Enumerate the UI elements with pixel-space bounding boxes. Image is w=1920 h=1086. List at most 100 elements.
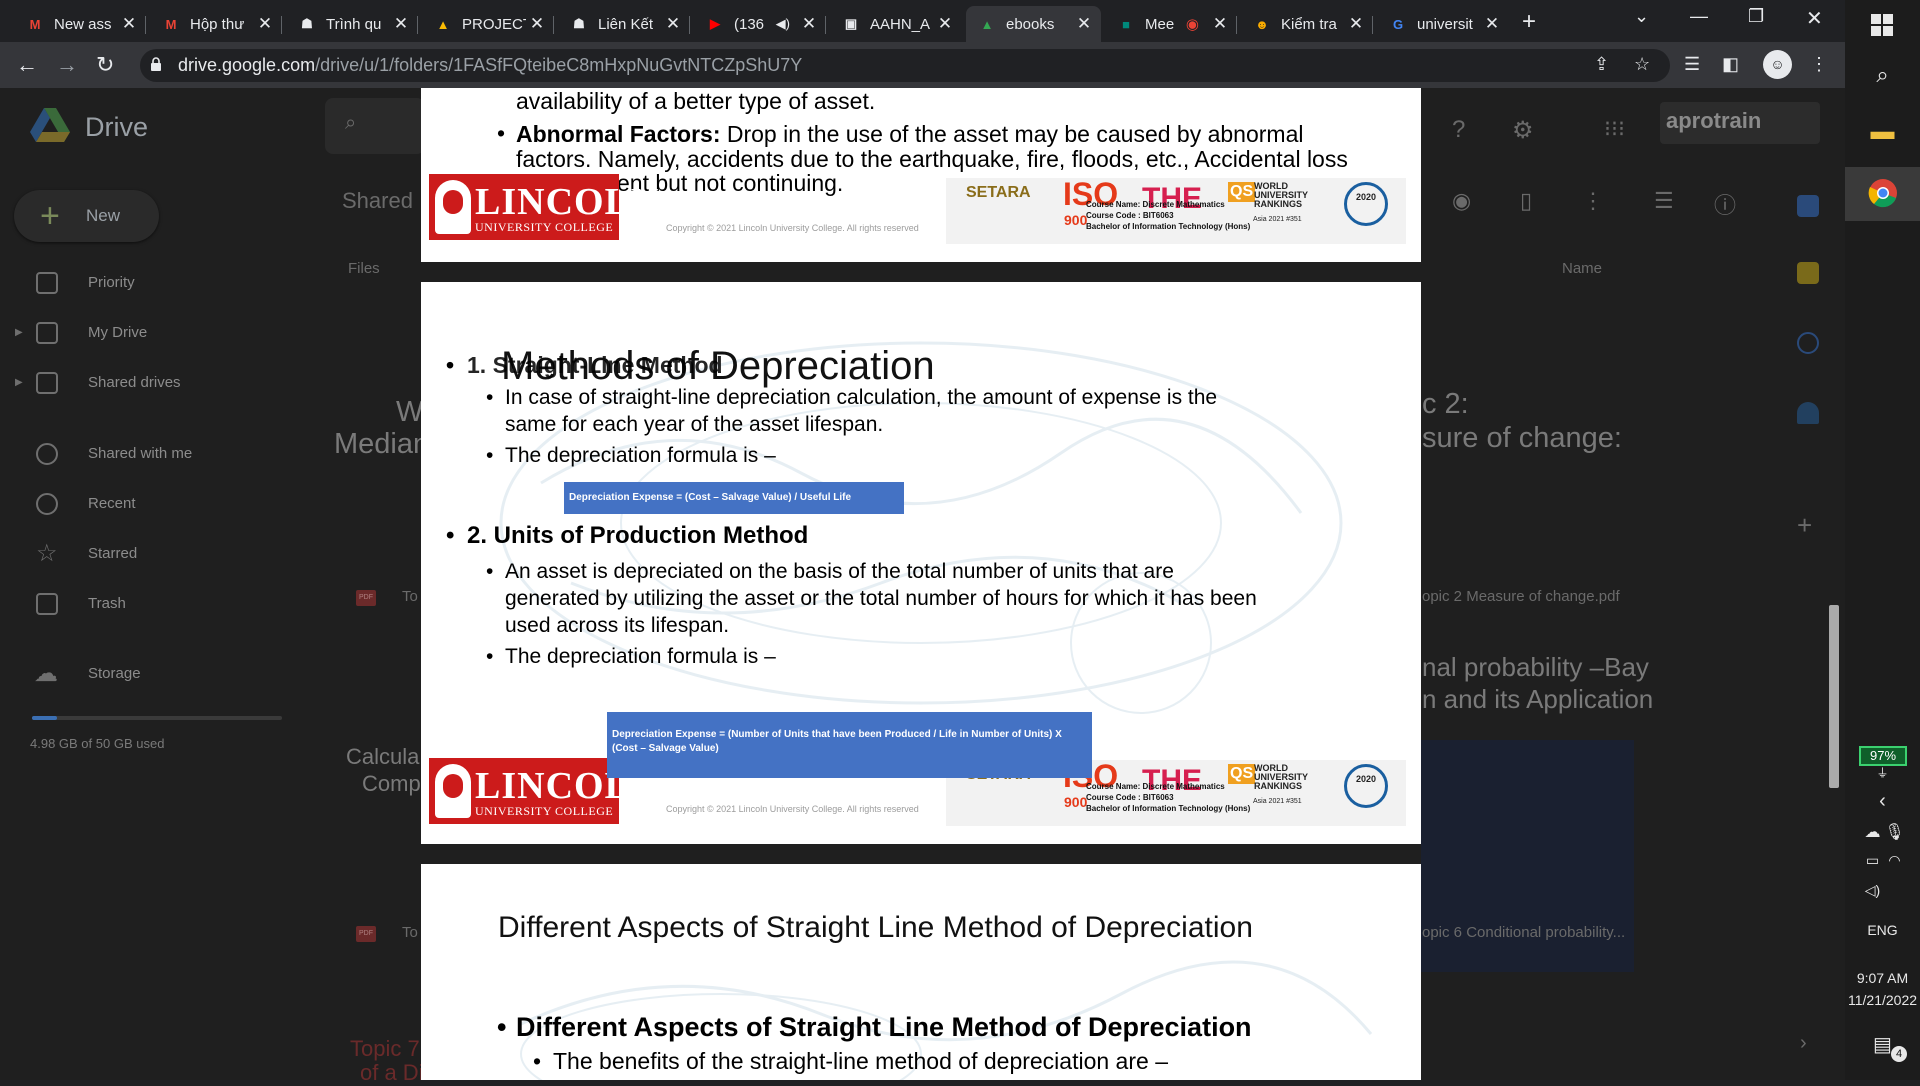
tab-search-chevron-icon[interactable]: ⌄ bbox=[1634, 6, 1649, 27]
sidebar-item-trash[interactable]: Trash bbox=[0, 584, 280, 624]
windows-taskbar: ⌕ ▬ 97% ⏚ ‹ ☁ 🎙 ▭ ◠ ◁) ENG 9:07 AM 11/21… bbox=[1845, 0, 1920, 1080]
sidebar-item-shared-drives[interactable]: ▶ Shared drives bbox=[0, 363, 280, 403]
sidebar-item-recent[interactable]: Recent bbox=[0, 484, 280, 524]
bg-file-name[interactable]: To bbox=[402, 588, 418, 605]
breadcrumb[interactable]: Shared bbox=[342, 188, 413, 214]
drive-search-input[interactable]: ⌕ bbox=[325, 98, 425, 154]
close-tab-icon[interactable]: ✕ bbox=[1209, 14, 1231, 34]
close-tab-icon[interactable]: ✕ bbox=[1073, 14, 1095, 34]
delete-icon[interactable]: ▯ bbox=[1520, 188, 1532, 214]
hide-side-panel-icon[interactable]: › bbox=[1800, 1032, 1807, 1055]
contacts-icon[interactable] bbox=[1797, 402, 1819, 424]
settings-gear-icon[interactable]: ⚙ bbox=[1512, 116, 1534, 145]
search-icon[interactable]: ⌕ bbox=[1845, 62, 1920, 88]
bookmark-star-icon[interactable]: ☆ bbox=[1634, 54, 1650, 75]
sidebar-item-storage[interactable]: ☁ Storage bbox=[0, 654, 280, 694]
tab-classroom-1[interactable]: ☗ Trình qu ✕ bbox=[286, 6, 418, 42]
close-tab-icon[interactable]: ✕ bbox=[798, 14, 820, 34]
bg-file-name[interactable]: opic 2 Measure of change.pdf bbox=[1422, 588, 1620, 605]
sidebar-item-priority[interactable]: Priority bbox=[0, 263, 280, 303]
speaker-icon[interactable]: ◀) bbox=[776, 16, 790, 32]
calendar-icon[interactable] bbox=[1797, 195, 1819, 217]
tab-test[interactable]: ☻ Kiểm tra ✕ bbox=[1241, 6, 1373, 42]
clock-time[interactable]: 9:07 AM bbox=[1845, 970, 1920, 986]
close-tab-icon[interactable]: ✕ bbox=[526, 14, 548, 34]
bullet-icon: • bbox=[486, 560, 494, 583]
scrollbar-thumb[interactable] bbox=[1829, 605, 1839, 788]
reading-list-icon[interactable]: ☰ bbox=[1684, 54, 1700, 75]
caret-right-icon[interactable]: ▶ bbox=[15, 363, 23, 403]
address-bar[interactable]: drive.google.com/drive/u/1/folders/1FASf… bbox=[140, 49, 1670, 82]
sidebar-item-my-drive[interactable]: ▶ My Drive bbox=[0, 313, 280, 353]
tab-drive-project[interactable]: ▲ PROJECT ✕ bbox=[422, 6, 554, 42]
sidebar-item-shared-with-me[interactable]: Shared with me bbox=[0, 434, 280, 474]
minimize-icon[interactable]: — bbox=[1690, 6, 1708, 27]
award-badge: 2020 bbox=[1344, 764, 1388, 808]
bg-card-text: Topic 7: bbox=[350, 1036, 426, 1061]
tab-drive-ebooks[interactable]: ▲ ebooks ✕ bbox=[966, 6, 1101, 42]
add-addon-icon[interactable]: + bbox=[1797, 510, 1812, 541]
tab-image[interactable]: ▣ AAHN_A ✕ bbox=[830, 6, 962, 42]
forward-icon[interactable]: → bbox=[56, 52, 78, 78]
chrome-menu-icon[interactable]: ⋮ bbox=[1810, 54, 1828, 75]
tab-classroom-2[interactable]: ☗ Liên Kết ✕ bbox=[558, 6, 690, 42]
bullet-icon: • bbox=[497, 1012, 507, 1042]
bg-file-name[interactable]: To bbox=[402, 924, 418, 941]
address-path: /drive/u/1/folders/1FASfFQteibeC8mHxpNuG… bbox=[315, 55, 803, 75]
new-tab-icon[interactable]: + bbox=[1522, 8, 1536, 36]
speaker-icon[interactable]: ◁) bbox=[1835, 882, 1910, 899]
keep-icon[interactable] bbox=[1797, 262, 1819, 284]
bg-file-name[interactable]: opic 6 Conditional probability... bbox=[1422, 924, 1625, 941]
close-tab-icon[interactable]: ✕ bbox=[254, 14, 276, 34]
close-tab-icon[interactable]: ✕ bbox=[662, 14, 684, 34]
notification-center-icon[interactable]: ▤ bbox=[1845, 1032, 1920, 1057]
side-panel-icon[interactable]: ◧ bbox=[1722, 54, 1739, 75]
qs-text: WORLD UNIVERSITY RANKINGS bbox=[1254, 182, 1308, 209]
close-tab-icon[interactable]: ✕ bbox=[934, 14, 956, 34]
sidebar-item-starred[interactable]: ☆ Starred bbox=[0, 534, 280, 574]
qs-text: WORLD UNIVERSITY RANKINGS bbox=[1254, 764, 1308, 791]
slide-bold-text: Abnormal Factors: bbox=[516, 121, 721, 147]
close-tab-icon[interactable]: ✕ bbox=[390, 14, 412, 34]
list-view-icon[interactable]: ☰ bbox=[1654, 188, 1674, 214]
help-icon[interactable]: ? bbox=[1452, 116, 1465, 144]
setara-badge: SETARA bbox=[966, 184, 1031, 201]
view-eye-icon[interactable]: ◉ bbox=[1452, 188, 1471, 214]
info-icon[interactable]: ⓘ bbox=[1714, 188, 1736, 220]
chrome-icon[interactable] bbox=[1868, 178, 1898, 208]
scrollbar-track[interactable] bbox=[1826, 88, 1840, 1080]
tab-gmail-new[interactable]: M New ass ✕ bbox=[14, 6, 146, 42]
more-actions-icon[interactable]: ⋮ bbox=[1582, 188, 1604, 214]
windows-start-icon[interactable] bbox=[1871, 14, 1893, 36]
reload-icon[interactable]: ↻ bbox=[96, 52, 114, 78]
tab-google-search[interactable]: G universit ✕ bbox=[1377, 6, 1509, 42]
close-tab-icon[interactable]: ✕ bbox=[1345, 14, 1367, 34]
wifi-icon[interactable]: ◠ bbox=[1857, 852, 1920, 869]
apps-grid-icon[interactable]: ⁝⁝⁝ bbox=[1604, 116, 1625, 142]
close-tab-icon[interactable]: ✕ bbox=[118, 14, 140, 34]
sort-by-name[interactable]: Name bbox=[1562, 260, 1602, 277]
new-button[interactable]: + New bbox=[14, 190, 159, 242]
battery-indicator[interactable]: 97% bbox=[1859, 746, 1907, 766]
clock-date[interactable]: 11/21/2022 bbox=[1845, 992, 1920, 1008]
profile-avatar-icon[interactable]: ☺ bbox=[1763, 50, 1792, 79]
restore-icon[interactable]: ❐ bbox=[1748, 6, 1764, 27]
lock-icon[interactable] bbox=[150, 57, 162, 71]
show-hidden-icons-chevron-icon[interactable]: ‹ bbox=[1845, 790, 1920, 813]
close-tab-icon[interactable]: ✕ bbox=[1481, 14, 1503, 34]
lincoln-bust-icon bbox=[435, 764, 471, 818]
qs-rank: Asia 2021 #351 bbox=[1253, 216, 1302, 223]
tab-youtube[interactable]: ▶ (136 ◀) ✕ bbox=[694, 6, 826, 42]
back-icon[interactable]: ← bbox=[16, 52, 38, 78]
tab-meet[interactable]: ■ Mee ◉ ✕ bbox=[1105, 6, 1237, 42]
close-window-icon[interactable]: ✕ bbox=[1806, 6, 1823, 31]
tab-strip: M New ass ✕ M Hộp thư ✕ ☗ Trình qu ✕ ▲ P… bbox=[0, 0, 1845, 42]
caret-right-icon[interactable]: ▶ bbox=[15, 313, 23, 353]
file-explorer-icon[interactable]: ▬ bbox=[1845, 118, 1920, 146]
tasks-icon[interactable] bbox=[1797, 332, 1819, 354]
share-icon[interactable]: ⇪ bbox=[1594, 54, 1609, 75]
tab-gmail-inbox[interactable]: M Hộp thư ✕ bbox=[150, 6, 282, 42]
bullet-icon: • bbox=[486, 444, 494, 467]
microphone-icon[interactable]: 🎙 bbox=[1857, 822, 1920, 842]
input-language[interactable]: ENG bbox=[1845, 922, 1920, 938]
